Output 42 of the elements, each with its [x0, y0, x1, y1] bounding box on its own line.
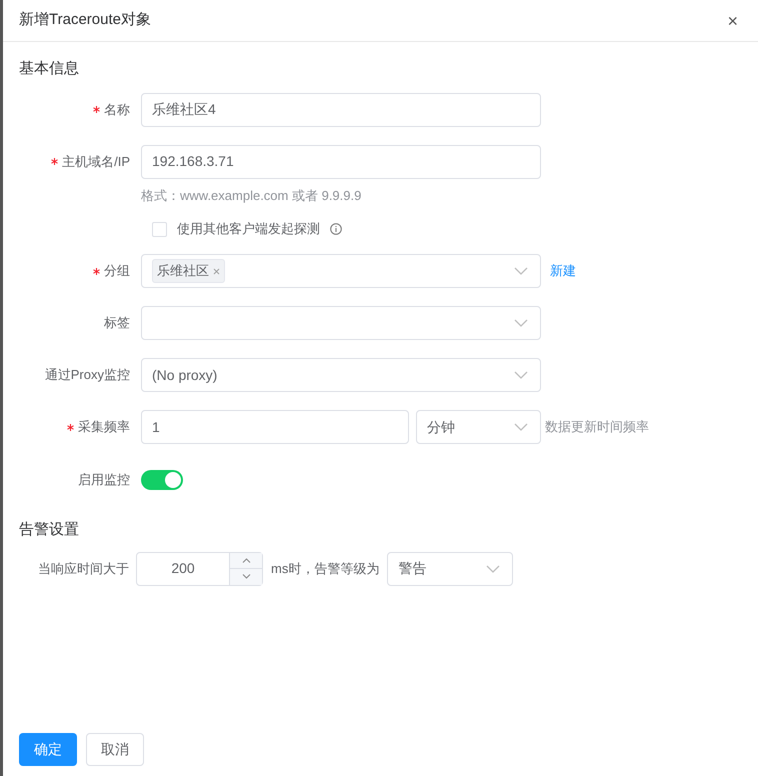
checkbox-label: 使用其他客户端发起探测: [177, 220, 320, 238]
field-label: 主机域名/IP: [62, 152, 130, 171]
cancel-button[interactable]: 取消: [86, 733, 144, 766]
chevron-down-icon: [514, 267, 528, 275]
required-icon: [51, 158, 58, 165]
number-stepper[interactable]: 200: [136, 552, 263, 586]
unit-select[interactable]: 分钟: [416, 410, 541, 444]
section-title: 告警设置: [19, 520, 80, 540]
select-field[interactable]: [141, 306, 541, 340]
toggle-switch[interactable]: [141, 470, 183, 490]
select-field[interactable]: (No proxy): [141, 358, 541, 392]
hint-text: 数据更新时间频率: [545, 418, 649, 436]
chevron-down-icon: [486, 564, 500, 572]
field-label: 分组: [104, 262, 130, 280]
tag-select[interactable]: 乐维社区: [141, 254, 541, 288]
required-icon: [93, 268, 100, 274]
close-button[interactable]: ×: [727, 12, 738, 30]
text-input[interactable]: 192.168.3.71: [141, 144, 541, 178]
number-input[interactable]: 1: [141, 410, 409, 444]
dialog-title: 新增Traceroute对象: [19, 10, 151, 30]
help-text: 格式：www.example.com 或者 9.9.9.9: [141, 186, 362, 205]
field-label: 采集频率: [78, 418, 130, 436]
level-select[interactable]: 警告: [387, 552, 514, 586]
close-icon[interactable]: [213, 268, 220, 274]
new-link[interactable]: 新建: [550, 261, 576, 281]
field-label: 通过Proxy监控: [44, 366, 130, 384]
field-label: 启用监控: [78, 471, 130, 490]
field-label: 标签: [104, 314, 130, 332]
chevron-down-icon: [514, 423, 528, 431]
section-title: 基本信息: [19, 59, 80, 79]
chevron-down-icon: [514, 371, 528, 379]
info-icon: [330, 223, 342, 235]
checkbox[interactable]: [152, 222, 167, 236]
required-icon: [67, 424, 74, 430]
chevron-down-icon: [514, 319, 528, 327]
tag: 乐维社区: [152, 259, 225, 283]
field-label: 名称: [104, 100, 130, 119]
field-label: 当响应时间大于: [37, 560, 130, 578]
alert-text: ms时，告警等级为: [271, 560, 380, 578]
text-input[interactable]: 乐维社区4: [141, 92, 541, 126]
confirm-button[interactable]: 确定: [19, 733, 77, 766]
required-icon: [93, 106, 100, 113]
